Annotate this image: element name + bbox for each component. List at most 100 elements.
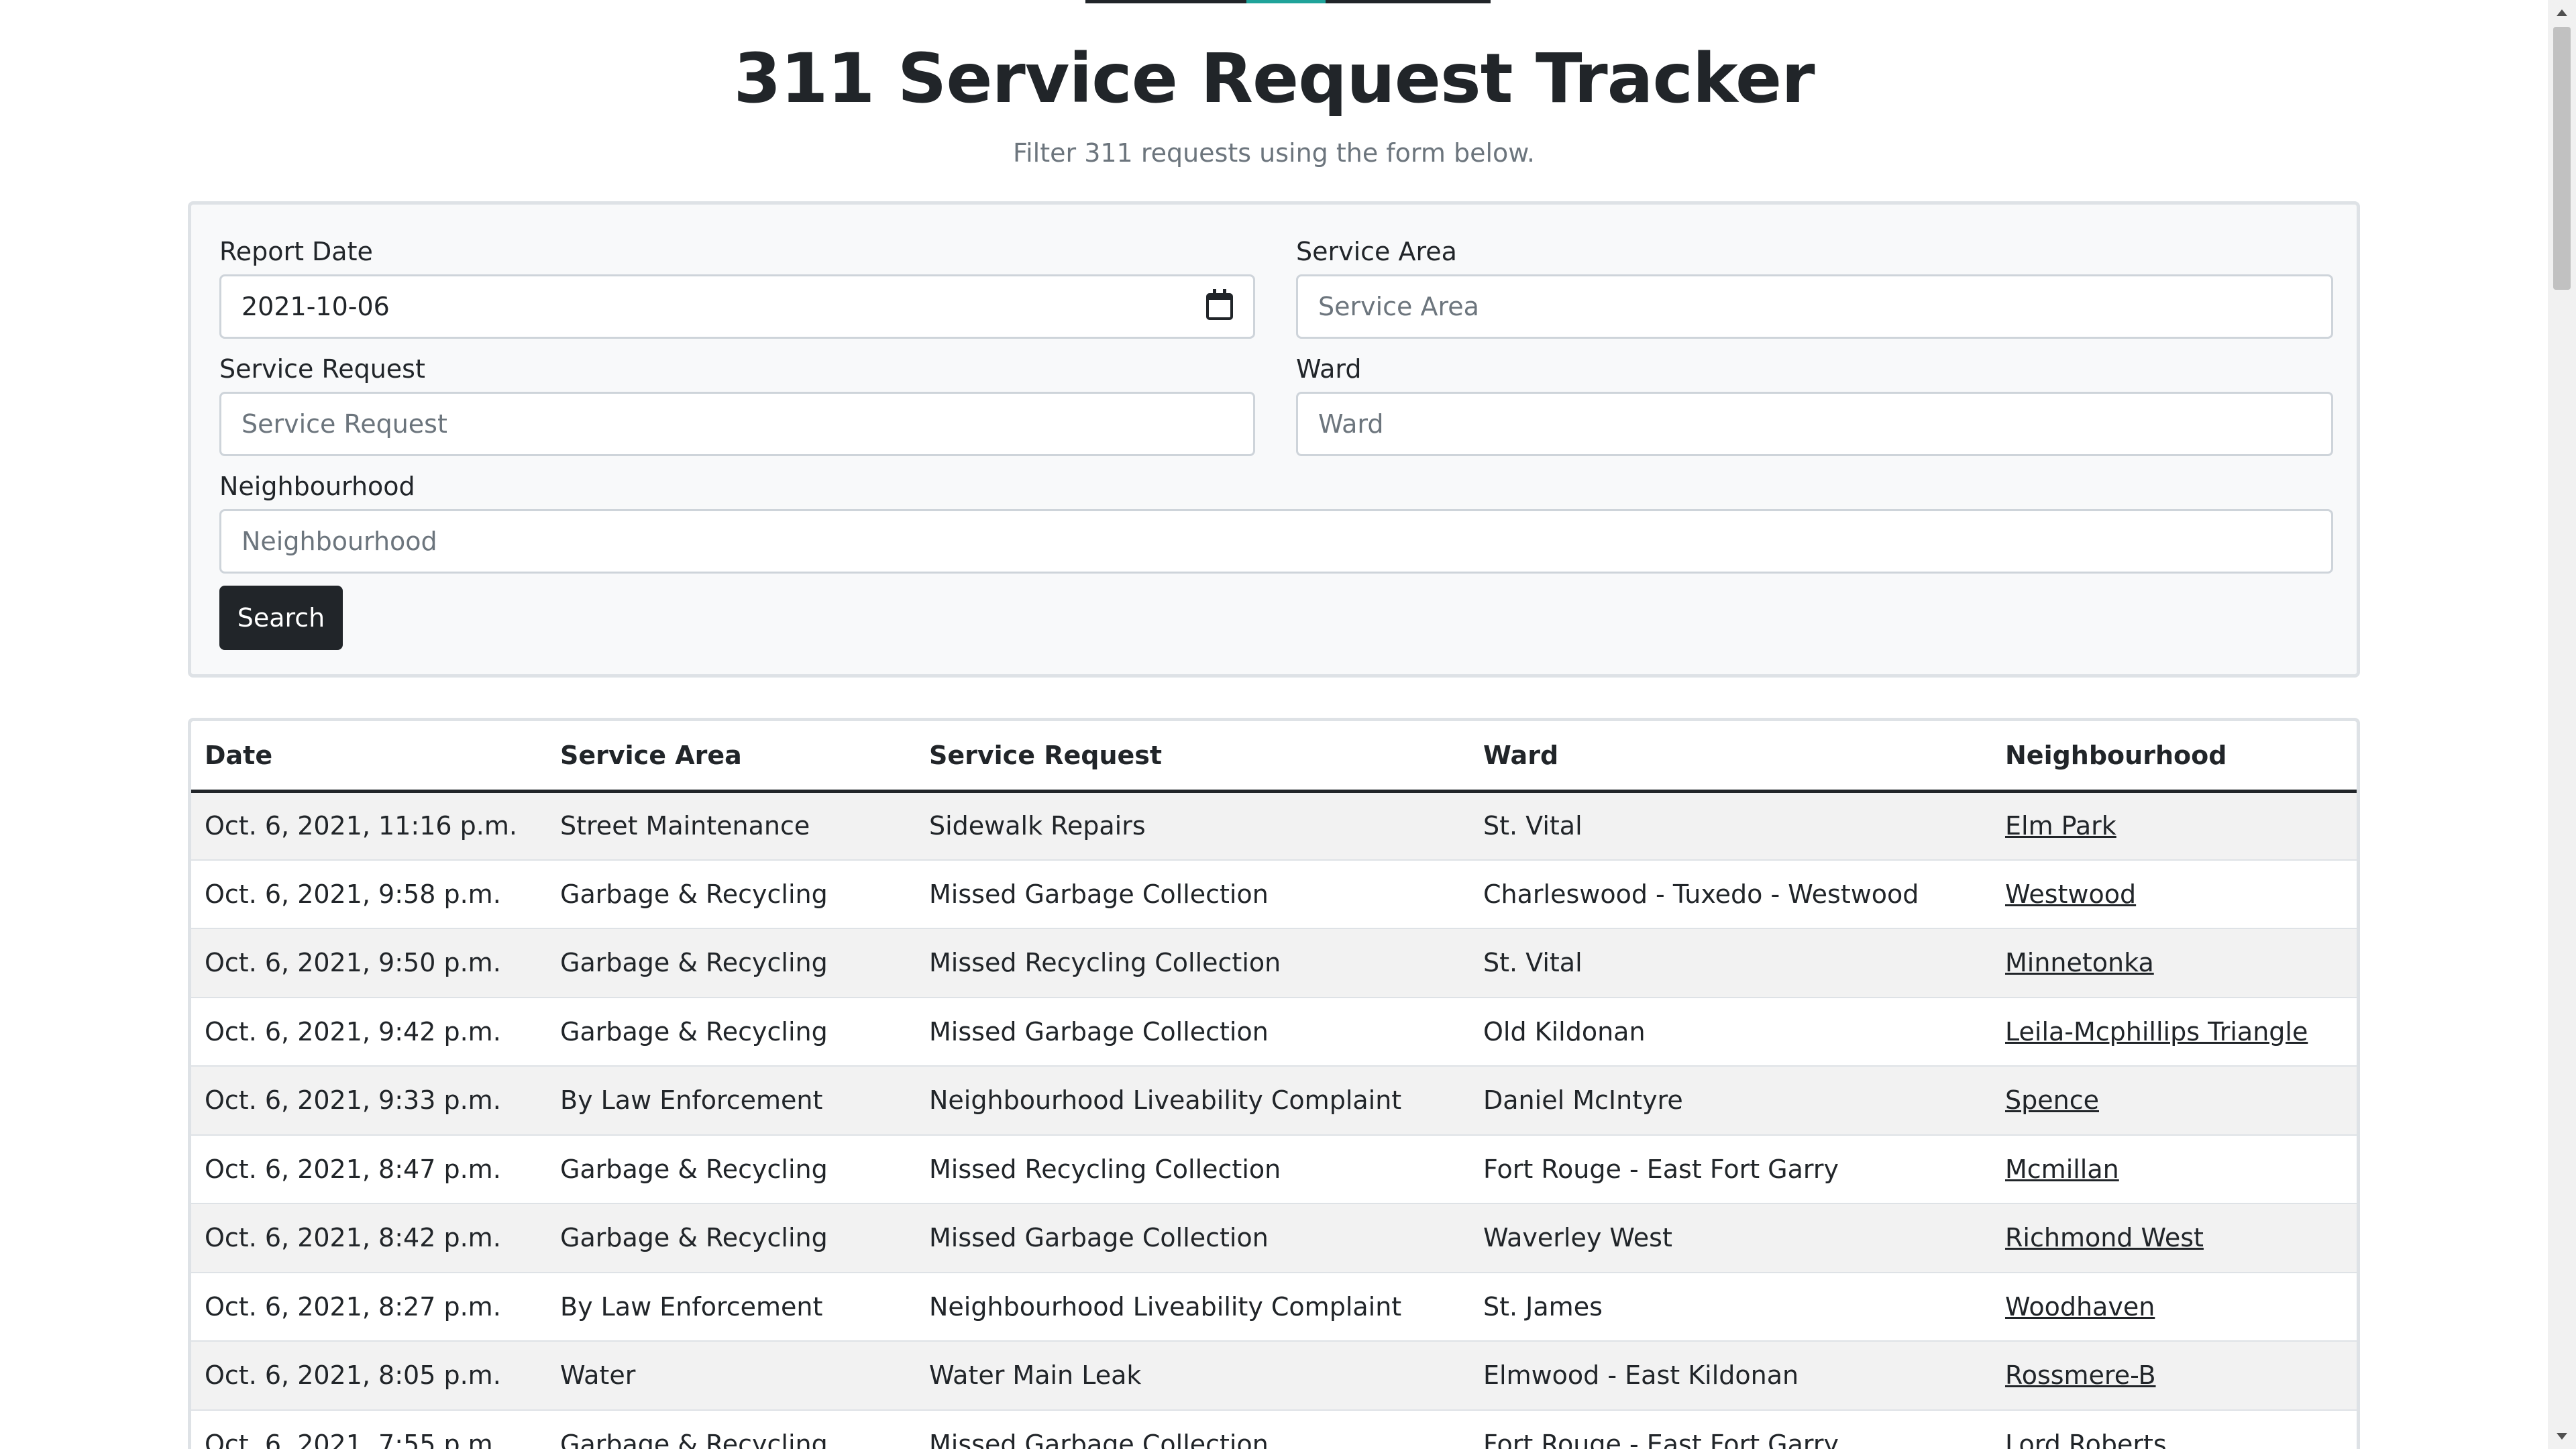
column-header-date[interactable]: Date (191, 721, 547, 793)
cell-date: Oct. 6, 2021, 9:58 p.m. (191, 859, 547, 929)
cell-neighbourhood: Woodhaven (1992, 1272, 2357, 1342)
cell-date: Oct. 6, 2021, 7:55 p.m. (191, 1409, 547, 1449)
ward-label: Ward (1296, 354, 1362, 384)
results-table-card: Date Service Area Service Request Ward N… (188, 718, 2360, 1449)
table-row: Oct. 6, 2021, 9:58 p.m. Garbage & Recycli… (191, 859, 2357, 929)
cell-service-area: Water (547, 1341, 916, 1411)
cell-ward: Charleswood - Tuxedo - Westwood (1470, 859, 1992, 929)
table-row: Oct. 6, 2021, 9:33 p.m. By Law Enforcemen… (191, 1066, 2357, 1136)
neighbourhood-field: Neighbourhood (219, 472, 2333, 574)
ward-input[interactable] (1296, 392, 2333, 456)
service-request-input[interactable] (219, 392, 1255, 456)
cell-service-area: By Law Enforcement (547, 1272, 916, 1342)
neighbourhood-link[interactable]: Lord Roberts (2005, 1430, 2167, 1449)
scrollbar-thumb[interactable] (2553, 27, 2571, 290)
cell-date: Oct. 6, 2021, 8:42 p.m. (191, 1203, 547, 1273)
table-row: Oct. 6, 2021, 8:47 p.m. Garbage & Recycli… (191, 1134, 2357, 1204)
table-row: Oct. 6, 2021, 11:16 p.m. Street Maintenan… (191, 791, 2357, 861)
nav-segment[interactable] (1326, 0, 1491, 3)
table-row: Oct. 6, 2021, 8:27 p.m. By Law Enforcemen… (191, 1272, 2357, 1342)
table-row: Oct. 6, 2021, 7:55 p.m. Garbage & Recycli… (191, 1409, 2357, 1449)
nav-segment[interactable] (1085, 0, 1246, 3)
neighbourhood-link[interactable]: Woodhaven (2005, 1292, 2155, 1322)
cell-neighbourhood: Minnetonka (1992, 928, 2357, 998)
table-header-row: Date Service Area Service Request Ward N… (191, 721, 2357, 793)
column-header-ward[interactable]: Ward (1470, 721, 1992, 793)
neighbourhood-link[interactable]: Leila-Mcphillips Triangle (2005, 1017, 2308, 1046)
cell-ward: Fort Rouge - East Fort Garry (1470, 1409, 1992, 1449)
cell-ward: St. Vital (1470, 791, 1992, 861)
ward-field: Ward (1296, 354, 2333, 456)
cell-service-request: Missed Recycling Collection (916, 1134, 1470, 1204)
neighbourhood-link[interactable]: Elm Park (2005, 811, 2116, 841)
cell-service-area: By Law Enforcement (547, 1066, 916, 1136)
cell-ward: St. James (1470, 1272, 1992, 1342)
neighbourhood-link[interactable]: Rossmere-B (2005, 1360, 2156, 1390)
cell-neighbourhood: Rossmere-B (1992, 1341, 2357, 1411)
cell-ward: Elmwood - East Kildonan (1470, 1341, 1992, 1411)
cell-date: Oct. 6, 2021, 9:42 p.m. (191, 997, 547, 1067)
column-header-service-area[interactable]: Service Area (547, 721, 916, 793)
top-nav-strip (1085, 0, 1491, 3)
scroll-up-arrow-icon[interactable] (2557, 9, 2567, 16)
calendar-icon[interactable] (1206, 289, 1233, 320)
cell-service-request: Missed Garbage Collection (916, 1203, 1470, 1273)
cell-service-request: Missed Recycling Collection (916, 928, 1470, 998)
service-area-label: Service Area (1296, 237, 1457, 266)
column-header-service-request[interactable]: Service Request (916, 721, 1470, 793)
cell-neighbourhood: Mcmillan (1992, 1134, 2357, 1204)
page: 311 Service Request Tracker Filter 311 r… (0, 0, 2576, 1449)
neighbourhood-input[interactable] (219, 509, 2333, 574)
table-row: Oct. 6, 2021, 8:42 p.m. Garbage & Recycli… (191, 1203, 2357, 1273)
cell-service-area: Garbage & Recycling (547, 1409, 916, 1449)
page-subtitle: Filter 311 requests using the form below… (1013, 138, 1535, 168)
cell-service-area: Garbage & Recycling (547, 859, 916, 929)
service-area-field: Service Area (1296, 237, 2333, 339)
neighbourhood-label: Neighbourhood (219, 472, 415, 501)
report-date-field: Report Date 2021-10-06 (219, 237, 1255, 339)
cell-ward: Old Kildonan (1470, 997, 1992, 1067)
cell-neighbourhood: Elm Park (1992, 791, 2357, 861)
search-button[interactable]: Search (219, 586, 343, 650)
cell-neighbourhood: Leila-Mcphillips Triangle (1992, 997, 2357, 1067)
report-date-label: Report Date (219, 237, 373, 266)
cell-date: Oct. 6, 2021, 11:16 p.m. (191, 791, 547, 861)
neighbourhood-link[interactable]: Spence (2005, 1085, 2099, 1115)
cell-service-request: Missed Garbage Collection (916, 997, 1470, 1067)
neighbourhood-link[interactable]: Westwood (2005, 879, 2136, 909)
cell-service-request: Neighbourhood Liveability Complaint (916, 1272, 1470, 1342)
cell-service-request: Missed Garbage Collection (916, 859, 1470, 929)
cell-neighbourhood: Lord Roberts (1992, 1409, 2357, 1449)
page-scrollbar[interactable] (2548, 0, 2576, 1449)
cell-service-request: Sidewalk Repairs (916, 791, 1470, 861)
table-row: Oct. 6, 2021, 9:42 p.m. Garbage & Recycli… (191, 997, 2357, 1067)
service-request-field: Service Request (219, 354, 1255, 456)
table-body: Oct. 6, 2021, 11:16 p.m. Street Maintenan… (191, 791, 2357, 1449)
cell-service-area: Street Maintenance (547, 791, 916, 861)
cell-date: Oct. 6, 2021, 9:33 p.m. (191, 1066, 547, 1136)
service-request-label: Service Request (219, 354, 425, 384)
report-date-value: 2021-10-06 (241, 292, 390, 321)
page-title: 311 Service Request Tracker (733, 39, 1815, 119)
cell-ward: Waverley West (1470, 1203, 1992, 1273)
service-area-input[interactable] (1296, 274, 2333, 339)
cell-service-area: Garbage & Recycling (547, 1203, 916, 1273)
scroll-down-arrow-icon[interactable] (2557, 1433, 2567, 1440)
column-header-neighbourhood[interactable]: Neighbourhood (1992, 721, 2357, 793)
table-row: Oct. 6, 2021, 9:50 p.m. Garbage & Recycli… (191, 928, 2357, 998)
cell-service-area: Garbage & Recycling (547, 997, 916, 1067)
neighbourhood-link[interactable]: Mcmillan (2005, 1155, 2119, 1184)
nav-segment-active[interactable] (1246, 0, 1326, 3)
results-table: Date Service Area Service Request Ward N… (191, 721, 2357, 1449)
neighbourhood-link[interactable]: Richmond West (2005, 1223, 2204, 1252)
cell-date: Oct. 6, 2021, 8:47 p.m. (191, 1134, 547, 1204)
cell-service-area: Garbage & Recycling (547, 928, 916, 998)
report-date-input[interactable]: 2021-10-06 (219, 274, 1255, 339)
cell-neighbourhood: Spence (1992, 1066, 2357, 1136)
cell-service-request: Water Main Leak (916, 1341, 1470, 1411)
neighbourhood-link[interactable]: Minnetonka (2005, 948, 2154, 977)
cell-date: Oct. 6, 2021, 9:50 p.m. (191, 928, 547, 998)
cell-ward: Daniel McIntyre (1470, 1066, 1992, 1136)
cell-date: Oct. 6, 2021, 8:05 p.m. (191, 1341, 547, 1411)
cell-ward: St. Vital (1470, 928, 1992, 998)
